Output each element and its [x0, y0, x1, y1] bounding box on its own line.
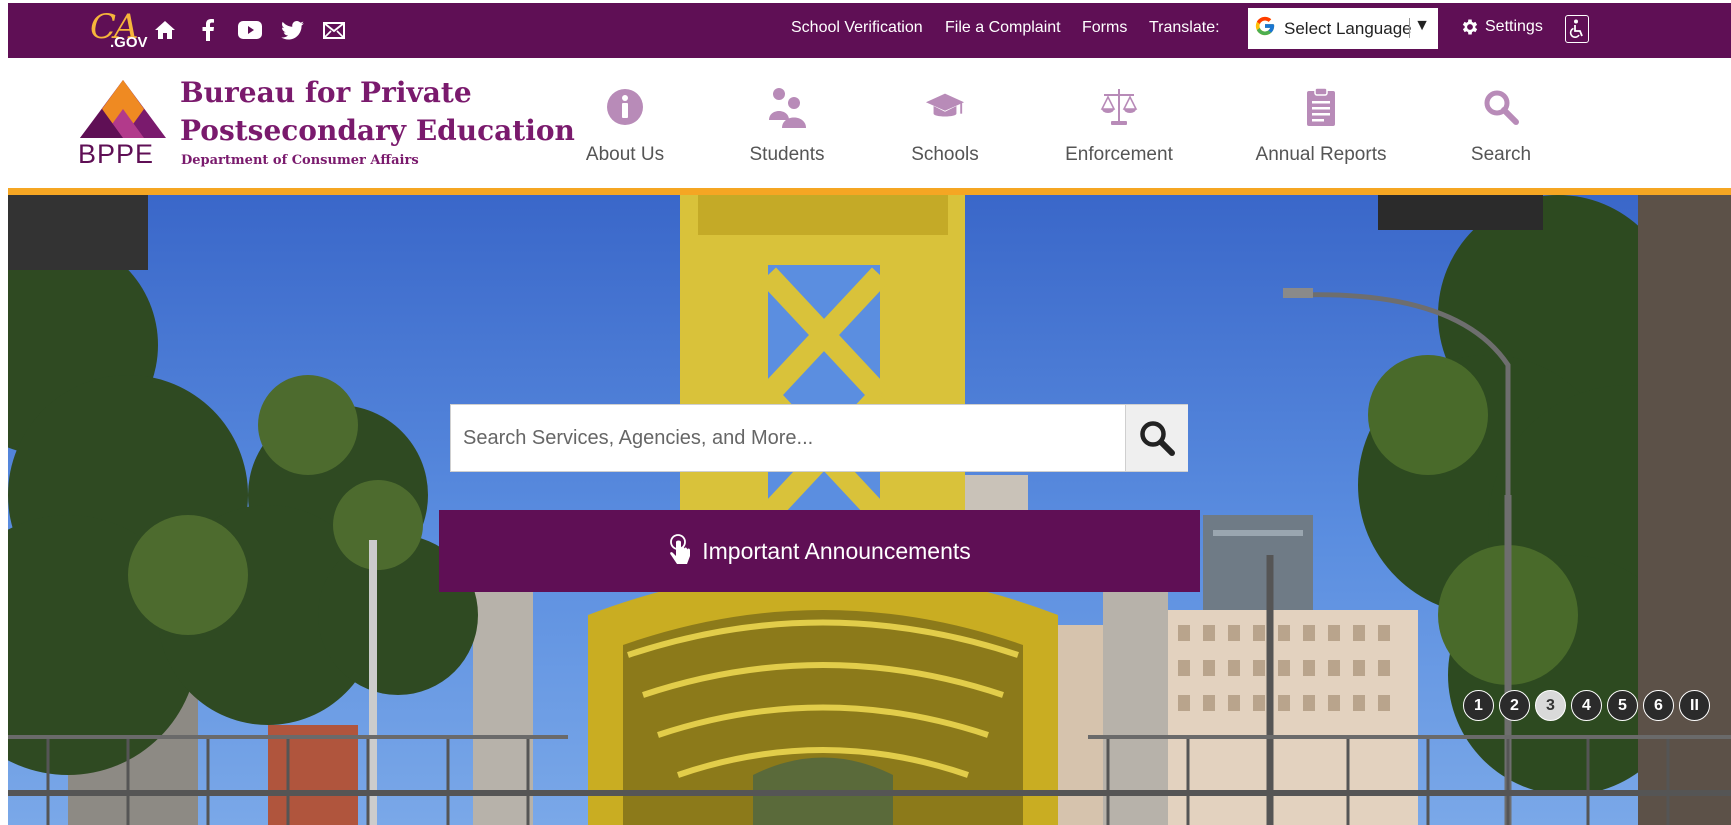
cagov-logo[interactable]: CA .GOV — [86, 7, 154, 55]
language-select-value: Select Language — [1284, 18, 1412, 38]
file-complaint-link[interactable]: File a Complaint — [945, 19, 1061, 37]
slide-dot-3-active[interactable]: 3 — [1535, 690, 1566, 721]
info-icon — [605, 85, 645, 129]
brand-subtitle: Department of Consumer Affairs — [181, 153, 419, 168]
graduation-cap-icon — [925, 85, 965, 129]
nav-label: About Us — [585, 144, 665, 165]
language-select[interactable]: Select Language ▼ — [1248, 8, 1438, 49]
slide-dot-6[interactable]: 6 — [1643, 690, 1674, 721]
brand-title-line1: Bureau for Private — [180, 76, 472, 109]
nav-students[interactable]: Students — [707, 80, 867, 180]
slide-pause-button[interactable]: II — [1679, 690, 1710, 721]
nav-about-us[interactable]: About Us — [545, 80, 705, 180]
nav-label: Enforcement — [1065, 144, 1173, 165]
accessibility-icon[interactable] — [1565, 15, 1589, 43]
important-announcements-label: Important Announcements — [702, 537, 971, 564]
twitter-icon[interactable] — [278, 16, 306, 44]
nav-label: Schools — [911, 144, 979, 165]
slide-dot-2[interactable]: 2 — [1499, 690, 1530, 721]
hero-search-box — [450, 404, 1188, 472]
facebook-icon[interactable] — [194, 16, 222, 44]
top-utility-bar: CA .GOV School Verification File a Compl… — [8, 3, 1731, 58]
slide-dot-1[interactable]: 1 — [1463, 690, 1494, 721]
gear-icon — [1462, 19, 1478, 35]
nav-annual-reports[interactable]: Annual Reports — [1241, 80, 1401, 180]
nav-search[interactable]: Search — [1421, 80, 1581, 180]
email-icon[interactable] — [320, 16, 348, 44]
scales-icon — [1099, 85, 1139, 129]
forms-link[interactable]: Forms — [1082, 19, 1127, 37]
hand-pointer-icon — [668, 534, 692, 568]
school-verification-link[interactable]: School Verification — [791, 19, 923, 37]
brand-title-line2: Postsecondary Education — [180, 114, 575, 147]
nav-label: Annual Reports — [1255, 144, 1387, 165]
nav-label: Search — [1470, 144, 1532, 165]
bppe-logo-text: BPPE — [78, 139, 155, 169]
search-icon — [1481, 85, 1521, 129]
important-announcements-button[interactable]: Important Announcements — [439, 510, 1200, 592]
dropdown-arrow-icon: ▼ — [1414, 17, 1430, 34]
header-accent-rule — [8, 188, 1731, 195]
cagov-logo-gov: .GOV — [110, 34, 148, 51]
search-submit-button[interactable] — [1125, 405, 1188, 471]
slide-dot-4[interactable]: 4 — [1571, 690, 1602, 721]
youtube-icon[interactable] — [236, 16, 264, 44]
google-g-icon — [1254, 15, 1276, 43]
slide-dot-5[interactable]: 5 — [1607, 690, 1638, 721]
nav-enforcement[interactable]: Enforcement — [1039, 80, 1199, 180]
language-select-divider — [1409, 18, 1410, 38]
clipboard-icon — [1301, 85, 1341, 129]
nav-schools[interactable]: Schools — [865, 80, 1025, 180]
students-icon — [767, 85, 807, 129]
search-input[interactable] — [451, 405, 1125, 471]
nav-label: Students — [749, 144, 825, 165]
translate-label: Translate: — [1149, 19, 1220, 36]
settings-button[interactable]: Settings — [1460, 17, 1543, 37]
search-icon — [1140, 421, 1175, 456]
home-icon[interactable] — [151, 16, 179, 44]
settings-label: Settings — [1485, 18, 1543, 35]
